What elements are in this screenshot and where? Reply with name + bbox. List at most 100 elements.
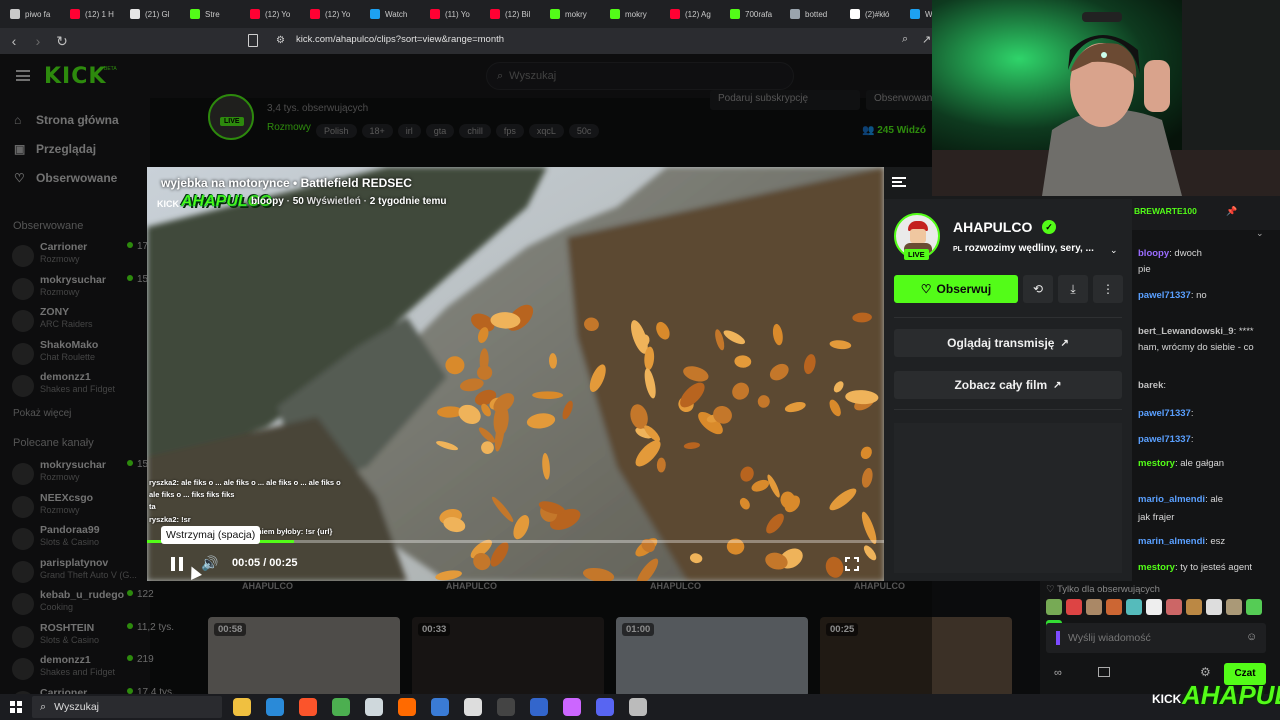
forward-icon[interactable]: › bbox=[28, 31, 48, 51]
steam-icon[interactable] bbox=[431, 698, 449, 716]
reload-icon[interactable]: ↻ bbox=[52, 31, 72, 51]
watch-stream-button[interactable]: Oglądaj transmisję ↗ bbox=[894, 329, 1122, 357]
external-link-icon: ↗ bbox=[1053, 379, 1062, 391]
browser-tab[interactable]: (12) 1 H bbox=[66, 3, 126, 25]
app-icon[interactable] bbox=[365, 698, 383, 716]
download-icon[interactable]: ⤓ bbox=[1058, 275, 1088, 303]
panel-channel-name[interactable]: AHAPULCO bbox=[953, 219, 1032, 235]
stream-title-row[interactable]: PL rozwozimy wędliny, sery, ... bbox=[953, 243, 1094, 254]
taskbar-search[interactable]: ⌕ Wyszukaj bbox=[32, 696, 222, 718]
heart-icon: ♡ bbox=[1046, 584, 1055, 595]
taskbar-search-label: Wyszukaj bbox=[54, 701, 100, 713]
chrome-icon[interactable] bbox=[332, 698, 350, 716]
app-icon[interactable] bbox=[497, 698, 515, 716]
emote-icon[interactable] bbox=[1046, 599, 1062, 615]
obs-icon[interactable] bbox=[398, 698, 416, 716]
browser-tab[interactable]: piwo fa bbox=[6, 3, 66, 25]
chevron-down-icon[interactable]: ⌄ bbox=[1110, 245, 1118, 256]
chevron-up-icon[interactable]: ⌄ bbox=[1256, 228, 1264, 239]
gear-icon[interactable]: ⚙ bbox=[1200, 665, 1211, 679]
file-explorer-icon[interactable] bbox=[233, 698, 251, 716]
chat-username[interactable]: mestory bbox=[1138, 458, 1175, 469]
tab-favicon-icon bbox=[10, 9, 20, 19]
clip-views-label: Wyświetleń bbox=[306, 196, 361, 207]
chat-text: : bbox=[1163, 380, 1166, 391]
chat-username[interactable]: pawel71337 bbox=[1138, 408, 1191, 419]
browser-tab[interactable]: mokry bbox=[606, 3, 666, 25]
browser-tab[interactable]: 700rafa bbox=[726, 3, 786, 25]
app-icon[interactable] bbox=[530, 698, 548, 716]
collapse-panel-icon[interactable] bbox=[892, 177, 906, 187]
emote-icon[interactable] bbox=[1126, 599, 1142, 615]
browser-tab[interactable]: mokry bbox=[546, 3, 606, 25]
browser-tab[interactable]: (12) Bil bbox=[486, 3, 546, 25]
discord-icon[interactable] bbox=[596, 698, 614, 716]
pause-icon[interactable] bbox=[171, 557, 183, 571]
edge-icon[interactable] bbox=[266, 698, 284, 716]
chat-text: : ale gałgan bbox=[1174, 458, 1225, 469]
see-full-video-button[interactable]: Zobacz cały film ↗ bbox=[894, 371, 1122, 399]
follow-button[interactable]: ♡ Obserwuj bbox=[894, 275, 1018, 303]
tab-label: (12) Ag bbox=[685, 9, 711, 19]
browser-tab[interactable]: W bbox=[906, 3, 932, 25]
emote-icon[interactable] bbox=[1146, 599, 1162, 615]
chat-message: pawel71337: bbox=[1138, 408, 1193, 419]
chat-username[interactable]: mestory bbox=[1138, 562, 1175, 573]
chat-username[interactable]: barek bbox=[1138, 380, 1163, 391]
emote-icon[interactable] bbox=[1106, 599, 1122, 615]
volume-icon[interactable]: 🔊 bbox=[201, 555, 218, 572]
browser-tab[interactable]: Stre bbox=[186, 3, 246, 25]
related-clips-area bbox=[894, 423, 1122, 573]
browser-tab[interactable]: (12) Ag bbox=[666, 3, 726, 25]
emote-icon[interactable] bbox=[1226, 599, 1242, 615]
chat-username[interactable]: marin_almendi bbox=[1138, 536, 1205, 547]
clip-title: wyjebka na motorynce • Battlefield REDSE… bbox=[161, 176, 412, 190]
browser-tab[interactable]: (21) Gl bbox=[126, 3, 186, 25]
more-options-icon[interactable]: ⋮ bbox=[1093, 275, 1123, 303]
emote-icon[interactable] bbox=[1166, 599, 1182, 615]
bookmark-icon[interactable] bbox=[248, 34, 258, 47]
emote-icon[interactable] bbox=[1186, 599, 1202, 615]
share-icon[interactable]: ⟲ bbox=[1023, 275, 1053, 303]
back-icon[interactable]: ‹ bbox=[4, 31, 24, 51]
browser-tab[interactable]: botted bbox=[786, 3, 846, 25]
browser-tab[interactable]: (2)#kłó bbox=[846, 3, 906, 25]
url-field[interactable]: kick.com/ahapulco/clips?sort=view&range=… bbox=[296, 32, 504, 48]
emote-icon[interactable] bbox=[1086, 599, 1102, 615]
video-frame bbox=[147, 167, 884, 581]
app-icon[interactable] bbox=[563, 698, 581, 716]
emote-icon[interactable] bbox=[1066, 599, 1082, 615]
chat-settings-icon[interactable]: ∞ bbox=[1054, 667, 1062, 679]
gift-icon[interactable] bbox=[1098, 667, 1110, 677]
brave-icon[interactable] bbox=[299, 698, 317, 716]
browser-tab[interactable]: (11) Yo bbox=[426, 3, 486, 25]
browser-tab[interactable]: (12) Yo bbox=[306, 3, 366, 25]
chat-username[interactable]: bert_Lewandowski_9 bbox=[1138, 326, 1234, 337]
site-settings-icon[interactable]: ⚙ bbox=[276, 35, 285, 46]
browser-tab[interactable]: (12) Yo bbox=[246, 3, 306, 25]
emote-icon[interactable] bbox=[1246, 599, 1262, 615]
tab-favicon-icon bbox=[850, 9, 860, 19]
stream-title: rozwozimy wędliny, sery, ... bbox=[964, 243, 1094, 254]
fullscreen-icon[interactable] bbox=[845, 557, 859, 571]
settings-icon[interactable] bbox=[464, 698, 482, 716]
tab-label: Watch bbox=[385, 9, 408, 19]
emote-icon[interactable] bbox=[1206, 599, 1222, 615]
chat-username[interactable]: mario_almendi bbox=[1138, 494, 1205, 505]
chat-username[interactable]: bloopy bbox=[1138, 248, 1169, 259]
chat-text: : **** bbox=[1233, 326, 1254, 337]
tab-favicon-icon bbox=[70, 9, 80, 19]
pin-icon[interactable]: 📌 bbox=[1226, 206, 1237, 217]
tab-favicon-icon bbox=[910, 9, 920, 19]
chat-input[interactable]: Wyślij wiadomość ☺ bbox=[1046, 623, 1266, 653]
windows-start-icon[interactable] bbox=[10, 701, 22, 713]
chat-username[interactable]: pawel71337 bbox=[1138, 434, 1191, 445]
clip-video-player[interactable]: wyjebka na motorynce • Battlefield REDSE… bbox=[147, 167, 884, 581]
chat-username[interactable]: pawel71337 bbox=[1138, 290, 1191, 301]
app-icon[interactable] bbox=[629, 698, 647, 716]
browser-tab[interactable]: Watch bbox=[366, 3, 426, 25]
open-external-icon[interactable]: ↗ bbox=[922, 33, 931, 46]
clip-author[interactable]: bloopy bbox=[251, 196, 284, 207]
emoji-icon[interactable]: ☺ bbox=[1246, 631, 1257, 643]
zoom-icon[interactable]: ⌕ bbox=[902, 33, 908, 46]
